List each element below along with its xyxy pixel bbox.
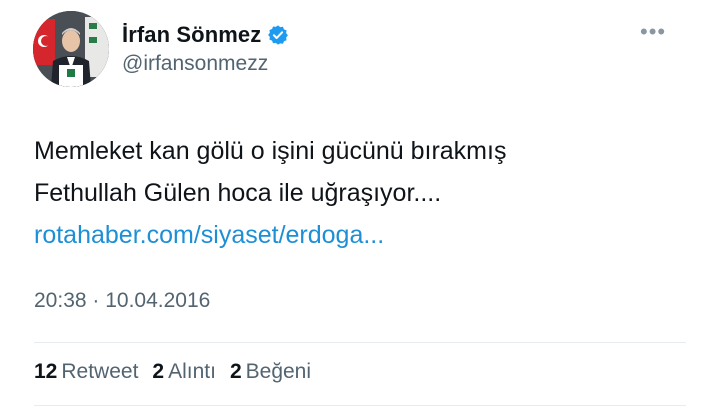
divider [34, 342, 686, 343]
avatar-image [33, 11, 109, 87]
quote-count: 2 [152, 360, 165, 383]
tweet-link[interactable]: rotahaber.com/siyaset/erdoga... [34, 214, 674, 256]
tweet-text-line-1: Memleket kan gölü o işini gücünü bırakmı… [34, 137, 507, 165]
verified-badge-icon [267, 24, 289, 46]
like-count: 2 [229, 360, 242, 383]
quote-stat[interactable]: 2 Alıntı [152, 360, 216, 384]
tweet-text: Memleket kan gölü o işini gücünü bırakmı… [34, 130, 674, 256]
more-icon[interactable]: ••• [640, 21, 666, 43]
avatar[interactable] [33, 11, 109, 87]
tweet-timestamp[interactable]: 20:38 · 10.04.2016 [34, 289, 210, 313]
retweet-label: Retweet [61, 360, 139, 383]
author-handle[interactable]: @irfansonmezz [122, 52, 268, 76]
quote-label: Alıntı [168, 360, 216, 383]
retweet-stat[interactable]: 12 Retweet [34, 360, 138, 384]
tweet-text-line-2: Fethullah Gülen hoca ile uğraşıyor.... [34, 179, 442, 207]
retweet-count: 12 [34, 360, 58, 383]
engagement-stats: 12 Retweet 2 Alıntı 2 Beğeni [34, 360, 311, 384]
divider [34, 405, 686, 406]
tweet-card: İrfan Sönmez @irfansonmezz ••• Memleket … [0, 0, 702, 416]
like-label: Beğeni [245, 360, 312, 383]
like-stat[interactable]: 2 Beğeni [230, 360, 311, 384]
author-name-row: İrfan Sönmez [122, 20, 289, 50]
author-display-name[interactable]: İrfan Sönmez [122, 22, 261, 48]
